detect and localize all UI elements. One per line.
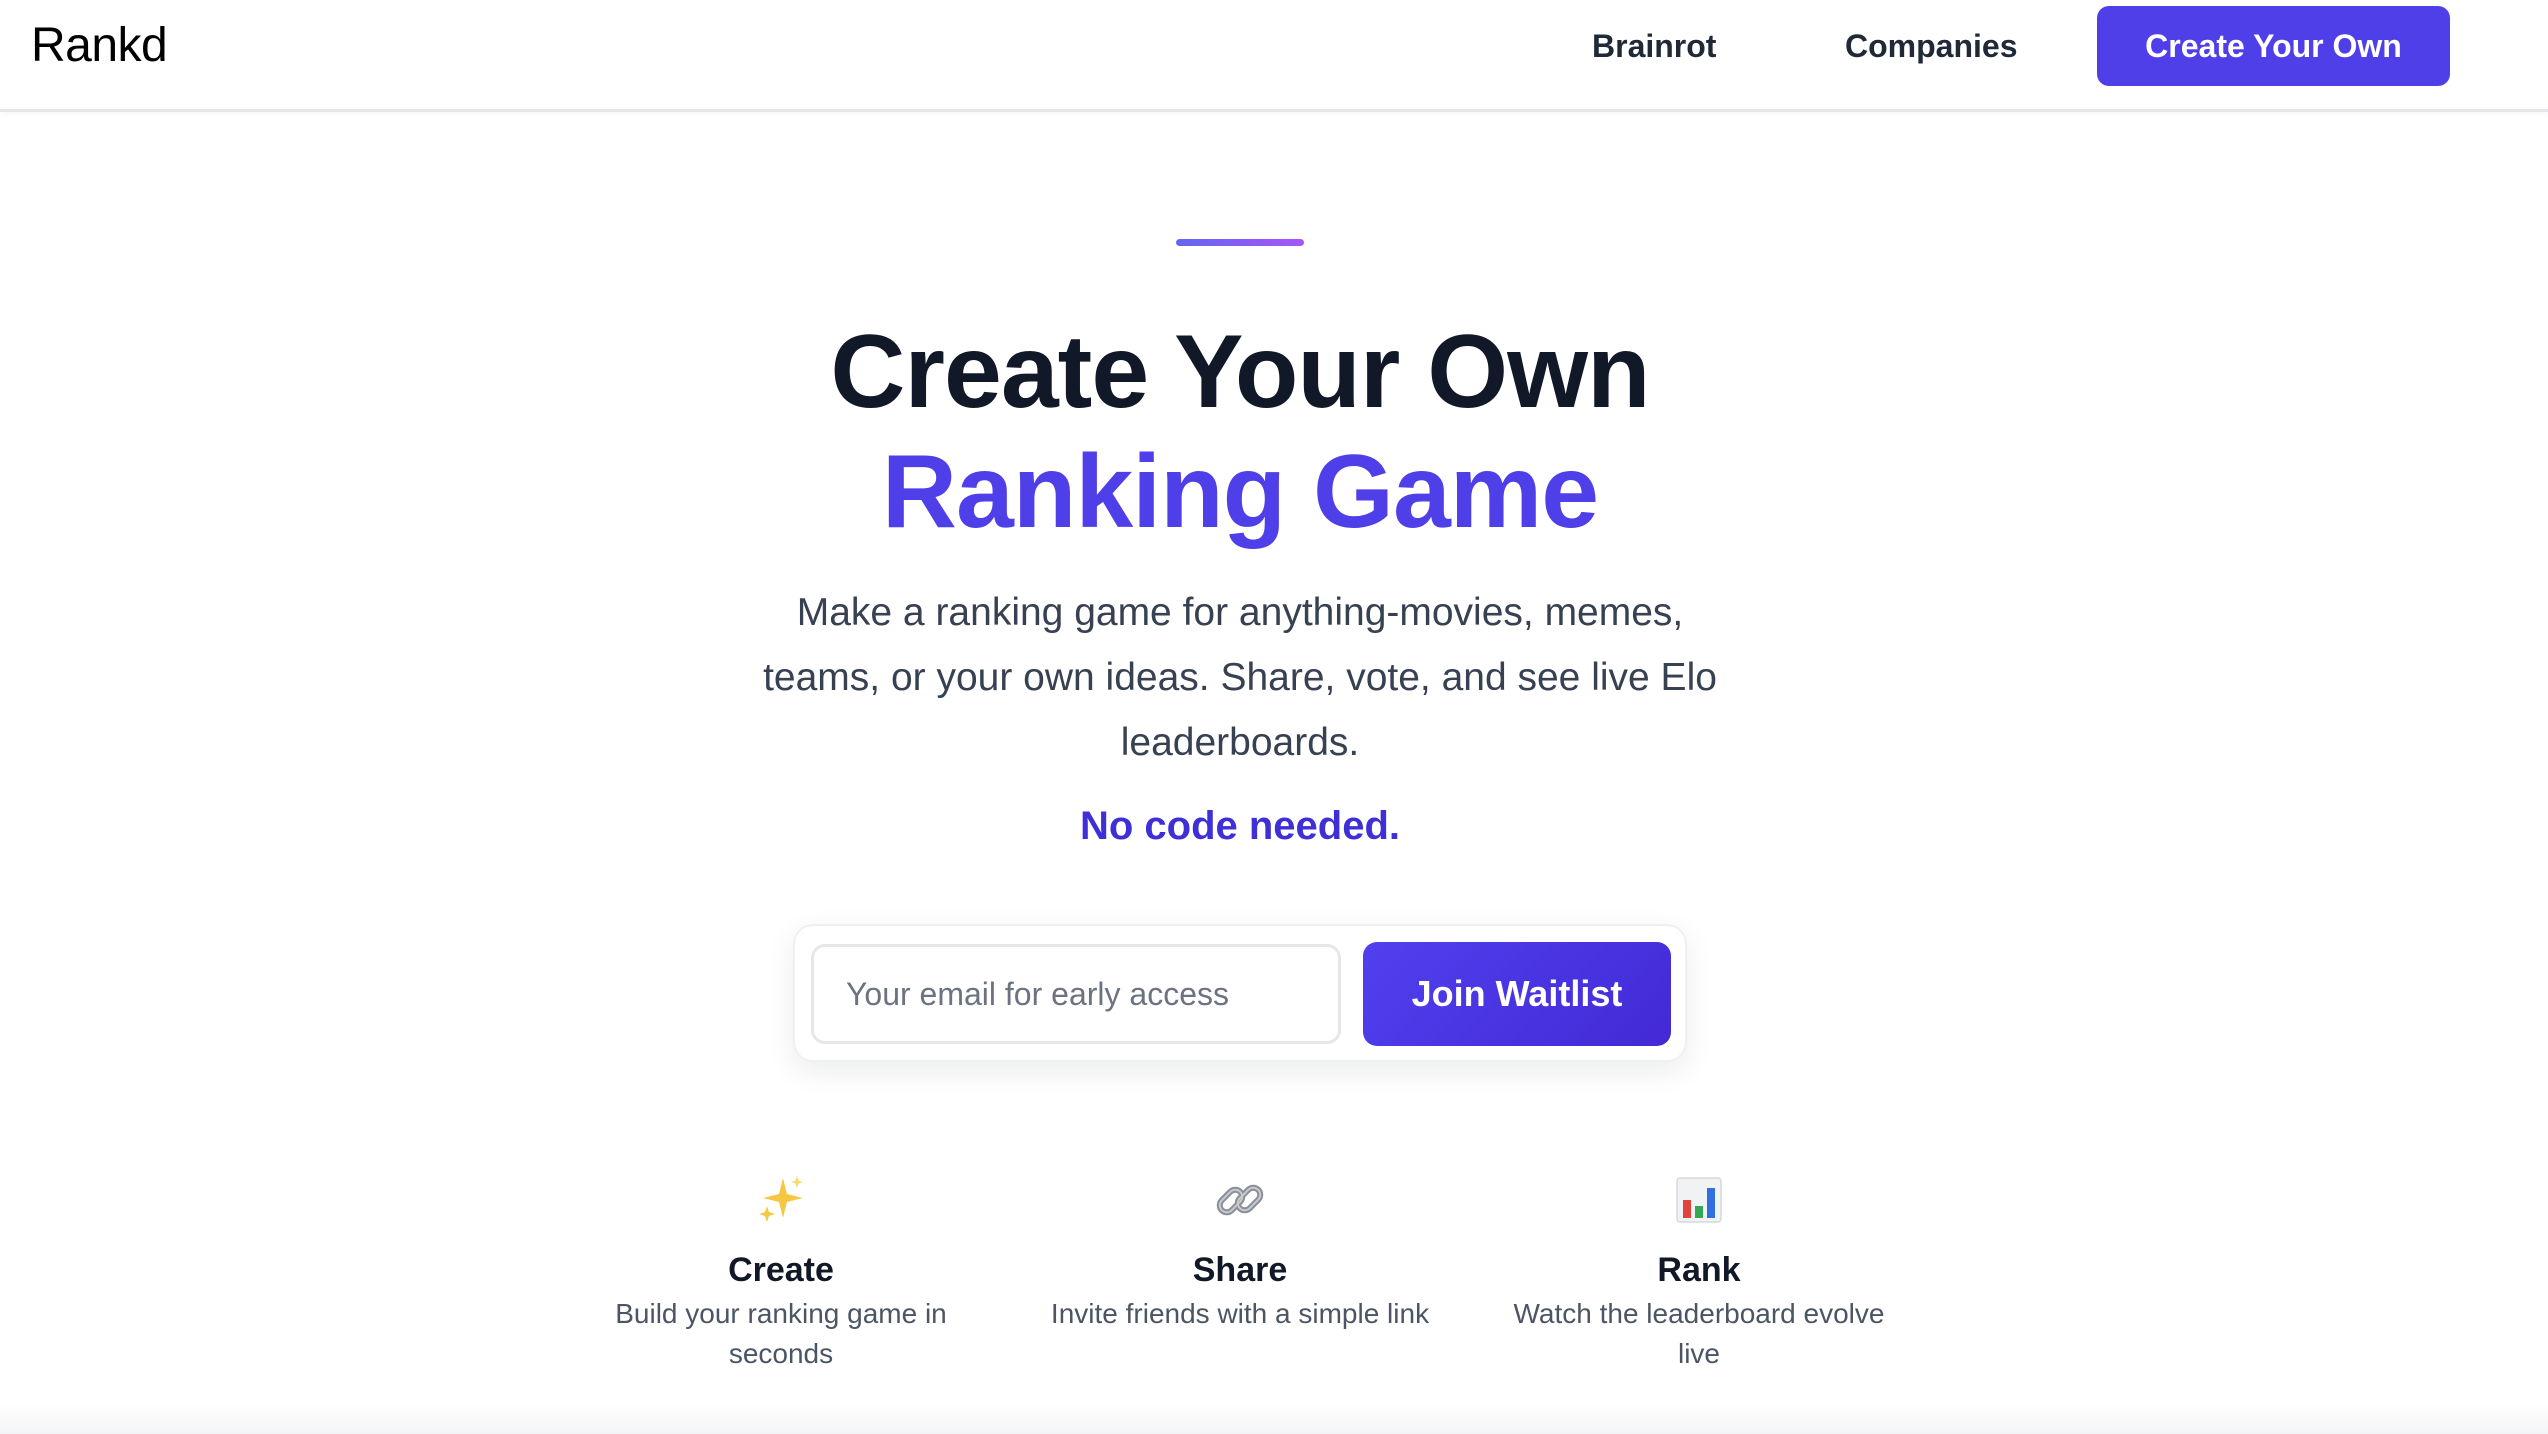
feature-title: Share [1192, 1251, 1288, 1289]
feature-description: Build your ranking game in seconds [615, 1298, 947, 1369]
feature-title: Rank [1657, 1251, 1741, 1289]
hero-subtitle: Make a ranking game for anything-movies,… [763, 591, 1717, 764]
hero-title-line1: Create Your Own [830, 314, 1650, 430]
sparkles-icon [759, 1176, 803, 1222]
feature-rank: Rank Watch the leaderboard evolve live [1509, 1172, 1889, 1374]
create-your-own-button[interactable]: Create Your Own [2097, 6, 2450, 86]
hero-title-line2: Ranking Game [881, 434, 1599, 550]
feature-create: Create Build your ranking game in second… [591, 1172, 971, 1374]
no-code-tagline: No code needed. [1079, 804, 1401, 848]
join-waitlist-button[interactable]: Join Waitlist [1363, 942, 1671, 1046]
bar-chart-icon [1676, 1177, 1722, 1223]
link-icon [1216, 1184, 1264, 1216]
top-navbar: Rankd Brainrot Companies Create Your Own [0, 0, 2548, 112]
waitlist-form: Join Waitlist [793, 924, 1687, 1062]
nav-link-companies[interactable]: Companies [1845, 24, 2017, 68]
email-input[interactable] [811, 944, 1341, 1044]
page-bottom-fade [0, 1404, 2548, 1434]
hero-accent-bar [1176, 239, 1304, 246]
feature-title: Create [728, 1251, 834, 1289]
feature-description: Invite friends with a simple link [1050, 1298, 1430, 1329]
nav-link-brainrot[interactable]: Brainrot [1592, 24, 1716, 68]
feature-share: Share Invite friends with a simple link [1050, 1172, 1430, 1334]
feature-description: Watch the leaderboard evolve live [1513, 1298, 1885, 1369]
logo[interactable]: Rankd [31, 16, 168, 76]
